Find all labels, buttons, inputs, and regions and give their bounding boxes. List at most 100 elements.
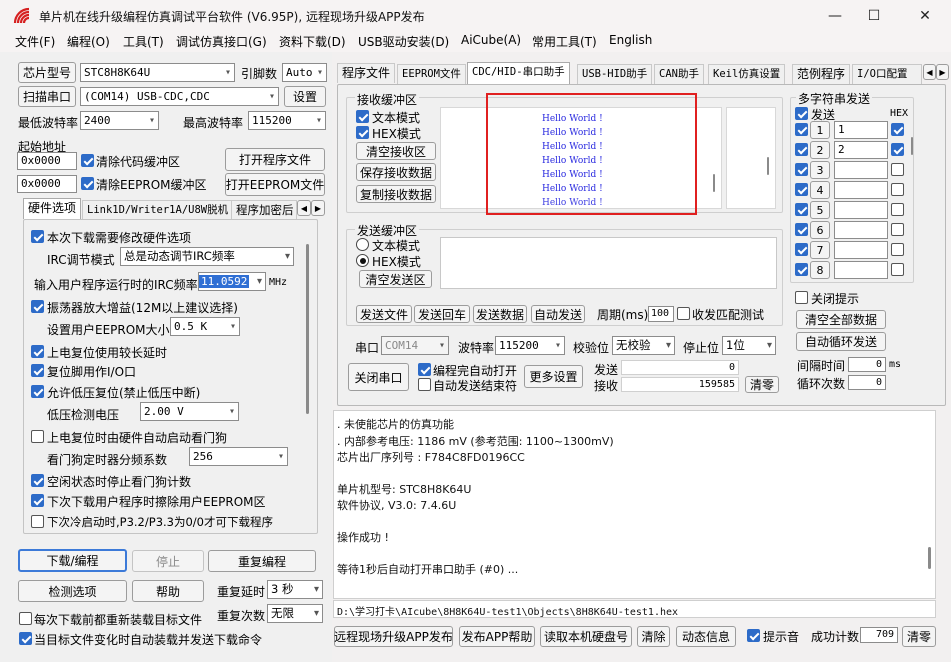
multi-row-checkbox[interactable] [795, 163, 808, 176]
open-eeprom-file-button[interactable]: 打开EEPROM文件 [225, 173, 325, 196]
more-settings-button[interactable]: 更多设置 [524, 365, 583, 388]
parity-select[interactable]: 无校验 ▾ [612, 336, 675, 355]
chip-model-select[interactable]: STC8H8K64U ▾ [80, 63, 235, 82]
reset-pin-checkbox[interactable] [31, 364, 44, 377]
port-select[interactable]: (COM14) USB-CDC,CDC ▾ [80, 87, 279, 106]
multi-row-input[interactable] [834, 181, 888, 199]
close-button[interactable]: ✕ [902, 0, 948, 31]
lvd-select[interactable]: 2.00 V ▾ [140, 402, 239, 421]
stop-button[interactable]: 停止 [132, 550, 204, 572]
multi-row-hex-checkbox[interactable] [891, 183, 904, 196]
menu-debug[interactable]: 调试仿真接口(G) [176, 33, 267, 50]
multi-row-input[interactable] [834, 201, 888, 219]
repeat-delay-select[interactable]: 3 秒 ▾ [267, 580, 323, 599]
scan-port-button[interactable]: 扫描串口 [18, 86, 76, 107]
clear-receive-button[interactable]: 清空接收区 [356, 142, 436, 160]
multi-row-checkbox[interactable] [795, 223, 808, 236]
multi-row-send-button[interactable]: 4 [810, 181, 830, 199]
idle-wdt-checkbox[interactable] [31, 474, 44, 487]
erase-eeprom-checkbox[interactable] [31, 494, 44, 507]
multi-row-hex-checkbox[interactable] [891, 263, 904, 276]
log-scrollbar[interactable] [928, 547, 931, 569]
tab-scroll-right-button[interactable]: ▶ [311, 200, 325, 216]
auto-send-button[interactable]: 自动发送 [531, 305, 585, 323]
multi-send-scrollbar[interactable] [911, 137, 913, 155]
recv-hex-mode-checkbox[interactable] [356, 126, 369, 139]
multi-row-input[interactable]: 1 [834, 121, 888, 139]
tab-usb-hid[interactable]: USB-HID助手 [577, 64, 653, 84]
send-hex-mode-radio[interactable] [356, 254, 369, 267]
multi-row-hex-checkbox[interactable] [891, 163, 904, 176]
recv-text-mode-checkbox[interactable] [356, 110, 369, 123]
tab-scroll-left-button[interactable]: ◀ [297, 200, 311, 216]
period-input[interactable]: 100 [648, 306, 674, 322]
eeprom-size-select[interactable]: 0.5 K ▾ [170, 317, 240, 336]
tab-program-file[interactable]: 程序文件 [337, 63, 396, 83]
wdt-checkbox[interactable] [31, 430, 44, 443]
menu-program[interactable]: 编程(O) [67, 33, 110, 50]
lvr-checkbox[interactable] [31, 385, 44, 398]
power-delay-checkbox[interactable] [31, 345, 44, 358]
p32-checkbox[interactable] [31, 515, 44, 528]
multi-row-send-button[interactable]: 6 [810, 221, 830, 239]
clear-send-button[interactable]: 清空发送区 [359, 270, 432, 288]
tab-eeprom-file[interactable]: EEPROM文件 [397, 64, 466, 84]
menu-tools[interactable]: 工具(T) [123, 33, 164, 50]
tabs-scroll-right-button[interactable]: ▶ [936, 64, 949, 80]
multi-row-checkbox[interactable] [795, 263, 808, 276]
multi-send-all-checkbox[interactable] [795, 107, 808, 120]
multi-row-send-button[interactable]: 7 [810, 241, 830, 259]
tabs-scroll-left-button[interactable]: ◀ [923, 64, 936, 80]
irc-mode-select[interactable]: 总是动态调节IRC频率 ▾ [120, 247, 294, 266]
multi-row-send-button[interactable]: 2 [810, 141, 830, 159]
multi-row-send-button[interactable]: 5 [810, 201, 830, 219]
repeat-program-button[interactable]: 重复编程 [208, 550, 316, 572]
multi-row-send-button[interactable]: 8 [810, 261, 830, 279]
save-receive-button[interactable]: 保存接收数据 [356, 163, 436, 181]
dynamic-info-button[interactable]: 动态信息 [676, 626, 736, 647]
multi-row-hex-checkbox[interactable] [891, 243, 904, 256]
clear-log-button[interactable]: 清除 [637, 626, 670, 647]
multi-row-input[interactable] [834, 261, 888, 279]
multi-row-send-button[interactable]: 3 [810, 161, 830, 179]
serial-port-select[interactable]: COM14 ▾ [381, 336, 449, 355]
eeprom-start-address-input[interactable]: 0x0000 [17, 175, 77, 193]
download-program-button[interactable]: 下载/编程 [18, 549, 127, 572]
send-data-button[interactable]: 发送数据 [473, 305, 527, 323]
maximize-button[interactable]: ☐ [851, 0, 897, 31]
interval-input[interactable]: 0 [848, 357, 886, 372]
tab-cdc-hid-serial[interactable]: CDC/HID-串口助手 [467, 62, 570, 84]
send-text-mode-radio[interactable] [356, 238, 369, 251]
multi-row-checkbox[interactable] [795, 203, 808, 216]
menu-common-tools[interactable]: 常用工具(T) [532, 33, 597, 50]
beep-checkbox[interactable] [747, 629, 760, 642]
irc-freq-select[interactable]: 11.0592 ▾ [198, 272, 266, 291]
receive-text-scrollbar[interactable] [713, 174, 715, 192]
help-button[interactable]: 帮助 [132, 580, 204, 602]
tab-examples[interactable]: 范例程序 [792, 64, 851, 84]
copy-receive-button[interactable]: 复制接收数据 [356, 185, 436, 203]
baud-select[interactable]: 115200 ▾ [495, 336, 565, 355]
pin-count-select[interactable]: Auto ▾ [282, 63, 327, 82]
multi-row-checkbox[interactable] [795, 243, 808, 256]
min-baud-select[interactable]: 2400 ▾ [80, 111, 159, 130]
close-port-button[interactable]: 关闭串口 [348, 363, 409, 391]
wdt-div-select[interactable]: 256 ▾ [189, 447, 288, 466]
menu-usb-driver[interactable]: USB驱动安装(D) [358, 33, 449, 50]
multi-row-hex-checkbox[interactable] [891, 143, 904, 156]
clear-all-data-button[interactable]: 清空全部数据 [796, 310, 886, 329]
tab-hardware-options[interactable]: 硬件选项 [23, 198, 82, 219]
clear-count-button[interactable]: 清零 [745, 376, 779, 393]
multi-row-input[interactable] [834, 161, 888, 179]
reload-each-checkbox[interactable] [19, 612, 32, 625]
tab-encryption[interactable]: 程序加密后 [231, 200, 297, 220]
log-output-area[interactable]: . 未使能芯片的仿真功能 . 内部参考电压: 1186 mV (参考范围: 11… [333, 410, 936, 599]
auto-end-checkbox[interactable] [418, 378, 431, 391]
publish-help-button[interactable]: 发布APP帮助 [459, 626, 535, 647]
send-file-button[interactable]: 发送文件 [356, 305, 412, 323]
stop-bits-select[interactable]: 1位 ▾ [722, 336, 776, 355]
receive-hex-scrollbar[interactable] [767, 157, 769, 175]
menu-english[interactable]: English [609, 33, 652, 47]
send-enter-button[interactable]: 发送回车 [414, 305, 470, 323]
chip-model-button[interactable]: 芯片型号 [18, 62, 76, 83]
